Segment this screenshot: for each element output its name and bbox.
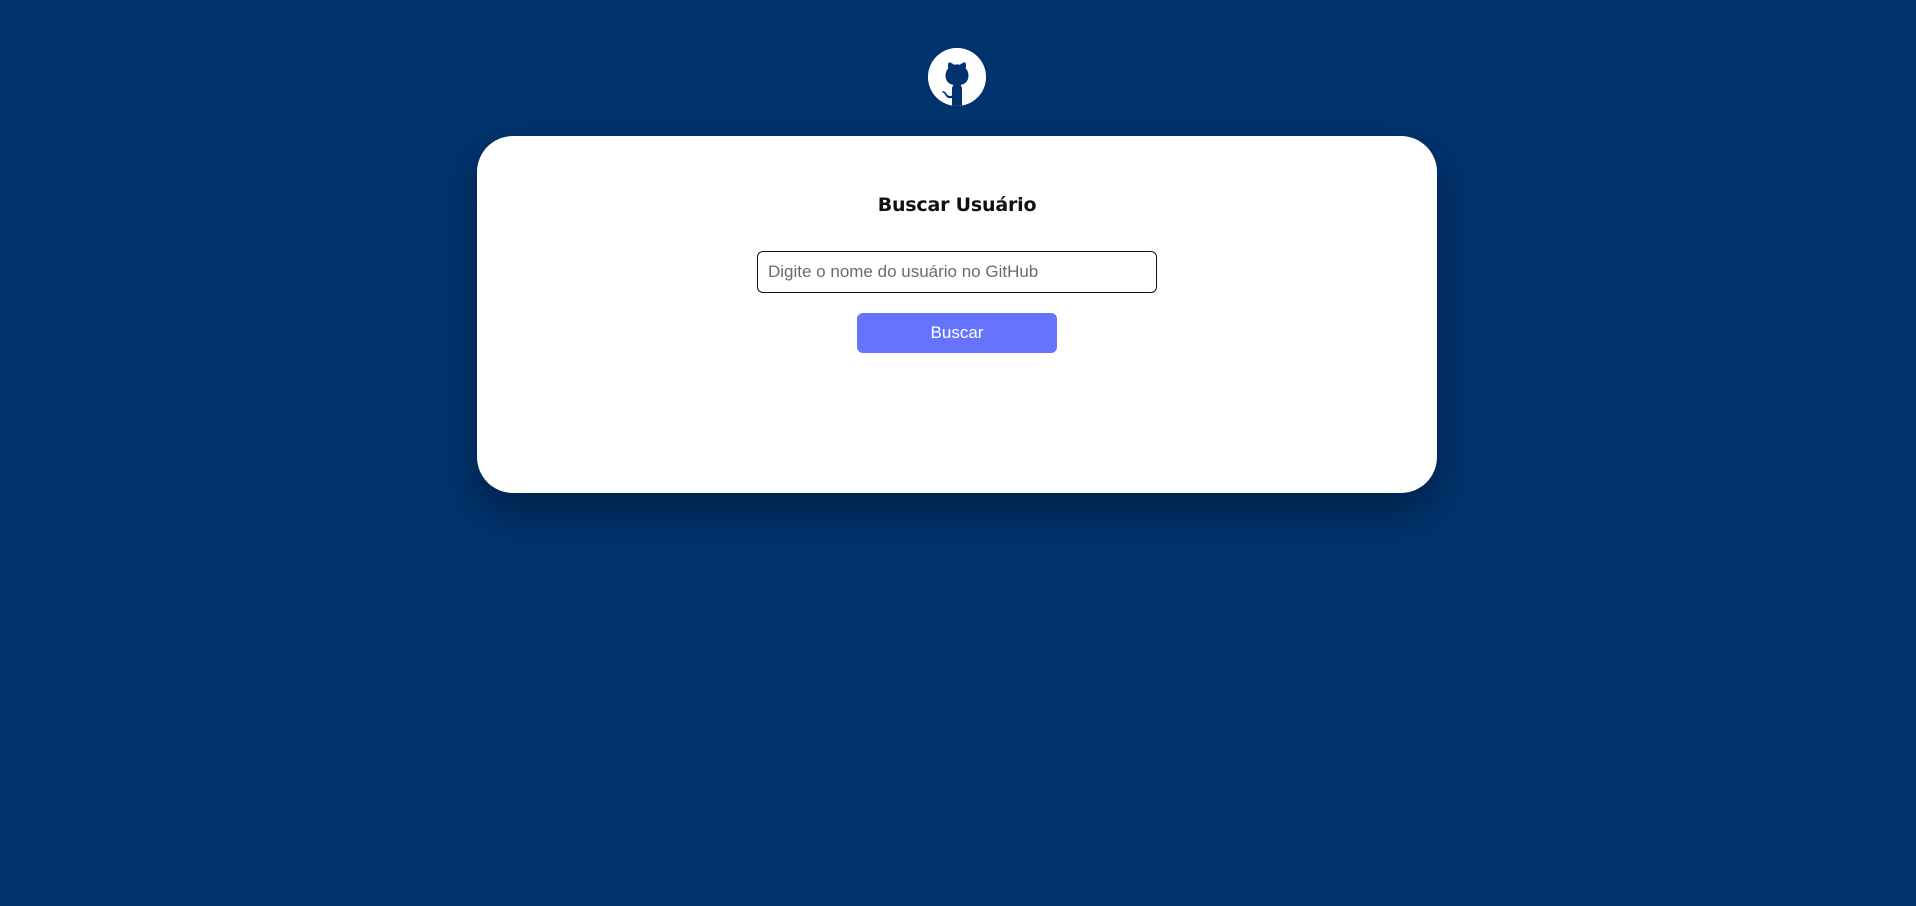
search-button[interactable]: Buscar [857, 313, 1057, 353]
search-card: Buscar Usuário Buscar [477, 136, 1437, 493]
github-icon [928, 48, 986, 106]
page-title: Buscar Usuário [877, 194, 1037, 216]
username-search-input[interactable] [757, 251, 1157, 293]
